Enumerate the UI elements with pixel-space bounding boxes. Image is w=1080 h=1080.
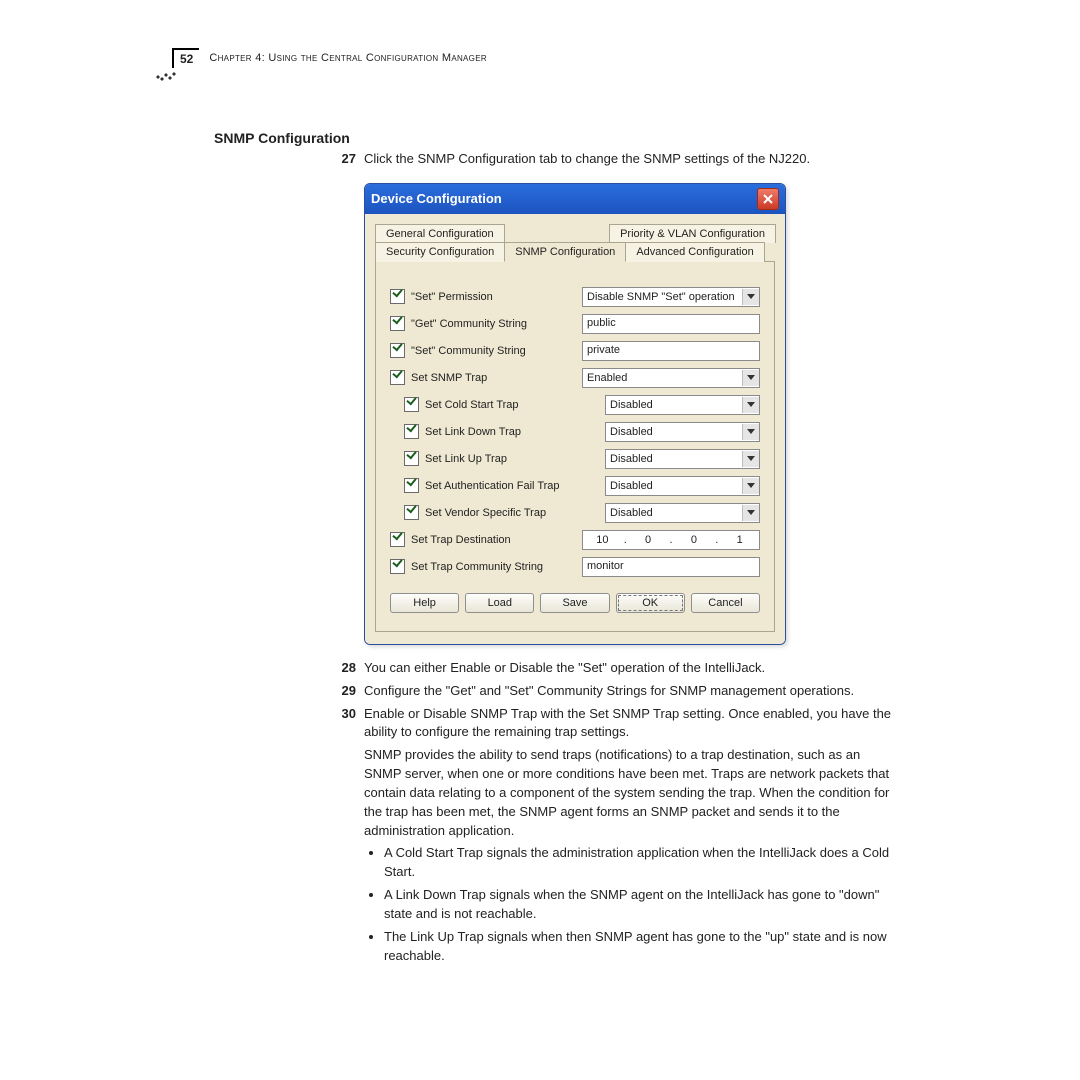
select-snmp-trap[interactable]: Enabled [582,368,760,388]
chevron-down-icon [742,451,759,467]
select-cold-start[interactable]: Disabled [605,395,760,415]
label-get-community: "Get" Community String [411,318,576,330]
dialog-titlebar[interactable]: Device Configuration [365,184,785,214]
label-link-up: Set Link Up Trap [425,453,599,465]
chevron-down-icon [742,424,759,440]
paragraph: SNMP provides the ability to send traps … [364,746,900,840]
chevron-down-icon [742,505,759,521]
checkbox-auth-fail[interactable] [404,478,419,493]
checkbox-trap-community[interactable] [390,559,405,574]
input-set-community[interactable]: private [582,341,760,361]
input-get-community[interactable]: public [582,314,760,334]
step-text: You can either Enable or Disable the "Se… [364,659,765,678]
tab-snmp[interactable]: SNMP Configuration [504,242,626,262]
device-config-dialog: Device Configuration General Configurati… [364,183,786,645]
label-trap-community: Set Trap Community String [411,561,576,573]
close-icon[interactable] [757,188,779,210]
step-number: 27 [330,150,356,169]
select-link-down[interactable]: Disabled [605,422,760,442]
load-button[interactable]: Load [465,593,534,613]
chevron-down-icon [742,478,759,494]
label-set-community: "Set" Community String [411,345,576,357]
label-trap-dest: Set Trap Destination [411,534,576,546]
select-link-up[interactable]: Disabled [605,449,760,469]
bullet-list: A Cold Start Trap signals the administra… [364,844,900,965]
select-set-permission[interactable]: Disable SNMP "Set" operation [582,287,760,307]
checkbox-vendor[interactable] [404,505,419,520]
chevron-down-icon [742,397,759,413]
checkbox-cold-start[interactable] [404,397,419,412]
step-number: 30 [330,705,356,743]
label-vendor: Set Vendor Specific Trap [425,507,599,519]
page-number: 52 [172,48,199,68]
step-number: 28 [330,659,356,678]
checkbox-set-permission[interactable] [390,289,405,304]
list-item: The Link Up Trap signals when then SNMP … [384,928,900,966]
checkbox-get-community[interactable] [390,316,405,331]
label-link-down: Set Link Down Trap [425,426,599,438]
input-trap-dest-ip[interactable]: 10. 0. 0. 1 [582,530,760,550]
step-text: Configure the "Get" and "Set" Community … [364,682,854,701]
tab-security[interactable]: Security Configuration [375,242,505,262]
list-item: A Cold Start Trap signals the administra… [384,844,900,882]
input-trap-community[interactable]: monitor [582,557,760,577]
select-auth-fail[interactable]: Disabled [605,476,760,496]
chevron-down-icon [742,370,759,386]
step-text: Click the SNMP Configuration tab to chan… [364,150,810,169]
help-button[interactable]: Help [390,593,459,613]
tab-general[interactable]: General Configuration [375,224,505,243]
chapter-title: Chapter 4: Using the Central Configurati… [209,52,487,64]
cancel-button[interactable]: Cancel [691,593,760,613]
step-text: Enable or Disable SNMP Trap with the Set… [364,705,900,743]
select-vendor[interactable]: Disabled [605,503,760,523]
checkbox-trap-dest[interactable] [390,532,405,547]
ok-button[interactable]: OK [616,593,685,613]
tab-priority[interactable]: Priority & VLAN Configuration [609,224,776,243]
label-cold-start: Set Cold Start Trap [425,399,599,411]
tab-advanced[interactable]: Advanced Configuration [625,242,764,262]
dialog-title: Device Configuration [371,191,502,206]
step-number: 29 [330,682,356,701]
label-auth-fail: Set Authentication Fail Trap [425,480,599,492]
checkbox-snmp-trap[interactable] [390,370,405,385]
checkbox-link-down[interactable] [404,424,419,439]
section-title: SNMP Configuration [214,130,900,146]
save-button[interactable]: Save [540,593,609,613]
chevron-down-icon [742,289,759,305]
checkbox-link-up[interactable] [404,451,419,466]
checkbox-set-community[interactable] [390,343,405,358]
label-snmp-trap: Set SNMP Trap [411,372,576,384]
label-set-permission: "Set" Permission [411,291,576,303]
list-item: A Link Down Trap signals when the SNMP a… [384,886,900,924]
